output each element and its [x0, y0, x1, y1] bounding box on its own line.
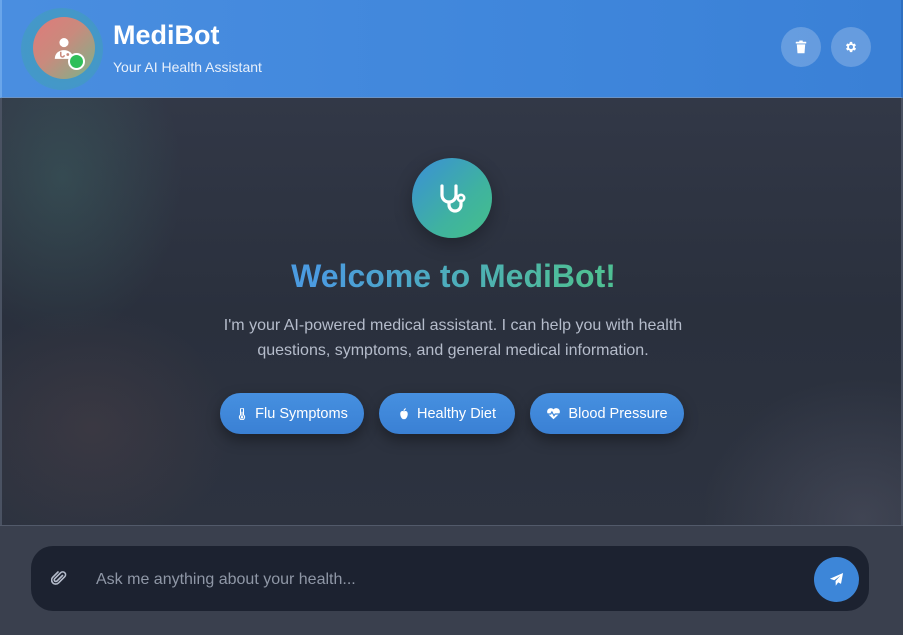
app-title: MediBot	[113, 20, 220, 50]
stethoscope-icon	[440, 184, 466, 213]
quick-prompts: Flu Symptoms Healthy Diet Blood Pressure	[2, 393, 903, 434]
trash-icon	[795, 40, 807, 54]
apple-icon	[400, 407, 408, 419]
quick-prompt-label: Flu Symptoms	[255, 405, 348, 422]
send-button[interactable]	[814, 557, 859, 602]
paper-plane-icon	[829, 572, 844, 586]
avatar	[33, 17, 95, 79]
quick-prompt-label: Healthy Diet	[417, 405, 496, 422]
quick-prompt-flu-symptoms[interactable]: Flu Symptoms	[220, 393, 364, 434]
settings-button[interactable]	[831, 27, 871, 67]
online-status-dot	[68, 53, 85, 70]
app-subtitle: Your AI Health Assistant	[113, 59, 262, 75]
quick-prompt-label: Blood Pressure	[568, 405, 668, 422]
app-header: MediBot Your AI Health Assistant	[0, 0, 903, 98]
composer-area	[0, 525, 903, 635]
thermometer-icon	[239, 407, 246, 420]
welcome-intro: I'm your AI-powered medical assistant. I…	[223, 317, 683, 359]
medibot-logo	[412, 158, 492, 238]
chat-area: Welcome to MediBot! I'm your AI-powered …	[0, 98, 903, 525]
heart-pulse-icon	[547, 408, 561, 420]
gear-icon	[845, 41, 857, 53]
clear-chat-button[interactable]	[781, 27, 821, 67]
paperclip-icon[interactable]	[51, 570, 67, 586]
quick-prompt-blood-pressure[interactable]: Blood Pressure	[530, 393, 684, 434]
welcome-heading: Welcome to MediBot!	[2, 258, 903, 295]
message-composer	[31, 546, 869, 611]
message-input[interactable]	[94, 562, 798, 598]
quick-prompt-healthy-diet[interactable]: Healthy Diet	[379, 393, 515, 434]
